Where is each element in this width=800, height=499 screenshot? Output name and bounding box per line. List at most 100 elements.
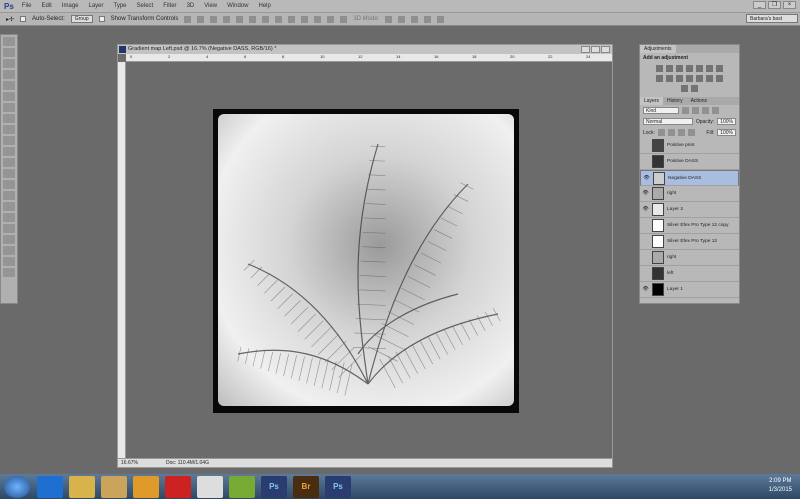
layer-row[interactable]: left [640, 266, 739, 282]
tool-icon[interactable] [3, 213, 15, 222]
tool-icon[interactable] [3, 235, 15, 244]
adjustment-icon[interactable] [691, 85, 698, 92]
system-clock[interactable]: 2:09 PM 1/3/2015 [769, 477, 792, 495]
align-vcenter-icon[interactable] [197, 15, 205, 23]
distribute-left-icon[interactable] [301, 15, 309, 23]
tool-icon[interactable] [3, 48, 15, 57]
document-tab[interactable]: Gradient map Left.psd @ 16.7% (Negative … [118, 45, 612, 54]
horizontal-ruler[interactable]: 0 2 4 6 8 10 12 14 16 18 20 22 24 [126, 54, 612, 62]
layer-row[interactable]: Silver Efex Pro Type 12 [640, 234, 739, 250]
align-hcenter-icon[interactable] [236, 15, 244, 23]
menu-filter[interactable]: Filter [163, 3, 176, 9]
distribute-center-icon[interactable] [275, 15, 283, 23]
tab-actions[interactable]: Actions [687, 97, 711, 105]
adjustment-icon[interactable] [706, 75, 713, 82]
adjustment-icon[interactable] [686, 75, 693, 82]
layer-filter-dropdown[interactable]: Kind [643, 107, 679, 114]
auto-align-icon[interactable] [340, 15, 348, 23]
layer-row[interactable]: 👁 Layer 2 [640, 202, 739, 218]
layer-row[interactable]: Silver Efex Pro Type 12 copy [640, 218, 739, 234]
tool-icon[interactable] [3, 268, 15, 277]
adjustment-icon[interactable] [686, 65, 693, 72]
adjustment-icon[interactable] [696, 65, 703, 72]
menu-edit[interactable]: Edit [41, 3, 51, 9]
start-button[interactable] [4, 475, 30, 498]
layer-row[interactable]: Positive DASS [640, 154, 739, 170]
workspace-dropdown[interactable]: Barbara's bast [746, 14, 798, 23]
adjustment-icon[interactable] [716, 75, 723, 82]
adjustment-icon[interactable] [716, 65, 723, 72]
filter-pixel-icon[interactable] [682, 107, 689, 114]
visibility-eye-icon[interactable] [642, 254, 649, 261]
visibility-eye-icon[interactable]: 👁 [642, 206, 649, 213]
minimize-button[interactable]: _ [753, 1, 766, 9]
taskbar-app-br[interactable]: Br [293, 475, 319, 498]
tool-icon[interactable] [3, 92, 15, 101]
adjustment-icon[interactable] [681, 85, 688, 92]
taskbar-app-outlook[interactable] [133, 475, 159, 498]
restore-button[interactable]: ❐ [768, 1, 781, 9]
fill-input[interactable]: 100% [717, 129, 736, 136]
taskbar-app-ps[interactable]: Ps [261, 475, 287, 498]
tool-icon[interactable] [3, 191, 15, 200]
taskbar-app-app[interactable] [165, 475, 191, 498]
tool-icon[interactable] [3, 246, 15, 255]
menu-image[interactable]: Image [62, 3, 79, 9]
visibility-eye-icon[interactable] [642, 270, 649, 277]
align-top-icon[interactable] [184, 15, 192, 23]
tool-icon[interactable] [3, 202, 15, 211]
layer-row[interactable]: 👁 right [640, 186, 739, 202]
menu-file[interactable]: File [22, 3, 32, 9]
layer-row[interactable]: 👁 Negative DASS [640, 170, 739, 186]
lock-pixels-icon[interactable] [667, 129, 675, 136]
menu-help[interactable]: Help [258, 3, 270, 9]
menu-3d[interactable]: 3D [187, 3, 195, 9]
opacity-input[interactable]: 100% [717, 118, 736, 125]
filter-adjustment-icon[interactable] [692, 107, 699, 114]
layer-row[interactable]: Positive print [640, 138, 739, 154]
auto-select-dropdown[interactable]: Group [70, 15, 93, 23]
menu-select[interactable]: Select [137, 3, 154, 9]
adjustment-icon[interactable] [676, 65, 683, 72]
adjustment-icon[interactable] [676, 75, 683, 82]
show-transform-checkbox[interactable] [98, 16, 105, 22]
adjustment-icon[interactable] [666, 65, 673, 72]
adjustment-icon[interactable] [706, 65, 713, 72]
tab-history[interactable]: History [663, 97, 687, 105]
menu-view[interactable]: View [204, 3, 217, 9]
visibility-eye-icon[interactable] [642, 158, 649, 165]
tool-icon[interactable] [3, 81, 15, 90]
tool-icon[interactable] [3, 180, 15, 189]
visibility-eye-icon[interactable]: 👁 [642, 190, 649, 197]
distribute-top-icon[interactable] [262, 15, 270, 23]
tool-icon[interactable] [3, 169, 15, 178]
taskbar-app-ie[interactable] [37, 475, 63, 498]
tool-icon[interactable] [3, 224, 15, 233]
visibility-eye-icon[interactable]: 👁 [643, 175, 650, 182]
canvas[interactable] [126, 62, 612, 458]
tool-icon[interactable] [3, 147, 15, 156]
filter-shape-icon[interactable] [712, 107, 719, 114]
visibility-eye-icon[interactable] [642, 222, 649, 229]
tool-icon[interactable] [3, 37, 15, 46]
taskbar-app-office[interactable] [229, 475, 255, 498]
adjustment-icon[interactable] [656, 65, 663, 72]
menu-window[interactable]: Window [227, 3, 248, 9]
taskbar-app-explorer[interactable] [69, 475, 95, 498]
close-button[interactable]: × [783, 1, 796, 9]
vertical-ruler[interactable] [118, 62, 126, 458]
tab-adjustments[interactable]: Adjustments [640, 45, 676, 53]
menu-layer[interactable]: Layer [89, 3, 104, 9]
zoom-level[interactable]: 16.67% [121, 459, 138, 467]
distribute-bottom-icon[interactable] [288, 15, 296, 23]
visibility-eye-icon[interactable] [642, 238, 649, 245]
move-tool-icon[interactable]: ▸✢ [6, 16, 14, 23]
3d-slide-icon[interactable] [424, 15, 432, 23]
3d-roll-icon[interactable] [398, 15, 406, 23]
taskbar-app-ps[interactable]: Ps [325, 475, 351, 498]
taskbar-app-paint[interactable] [197, 475, 223, 498]
adjustment-icon[interactable] [696, 75, 703, 82]
adjustment-icon[interactable] [656, 75, 663, 82]
align-bottom-icon[interactable] [210, 15, 218, 23]
layer-row[interactable]: right [640, 250, 739, 266]
